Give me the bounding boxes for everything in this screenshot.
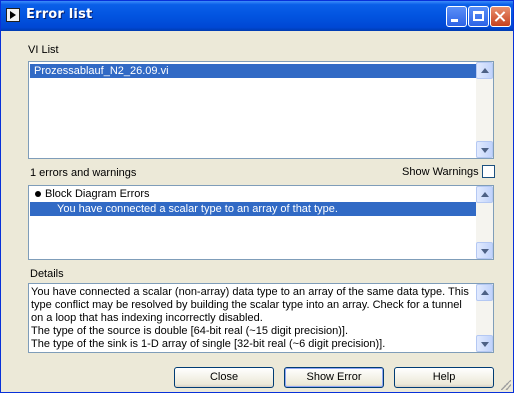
help-button[interactable]: Help: [394, 367, 494, 388]
show-warnings-label[interactable]: Show Warnings: [402, 166, 479, 178]
close-button[interactable]: Close: [174, 367, 274, 388]
chevron-down-icon: [481, 249, 489, 254]
vi-list-scrollbar[interactable]: [476, 62, 493, 158]
errors-summary: 1 errors and warnings: [30, 167, 137, 179]
vi-list-item[interactable]: Prozessablauf_N2_26.09.vi: [30, 64, 476, 78]
chevron-down-icon: [481, 342, 489, 347]
vi-list-box[interactable]: Prozessablauf_N2_26.09.vi: [28, 61, 494, 159]
scroll-up-button[interactable]: [476, 186, 493, 203]
show-error-button[interactable]: Show Error: [284, 367, 384, 388]
bullet-icon: [35, 190, 41, 197]
error-item[interactable]: You have connected a scalar type to an a…: [30, 202, 476, 216]
details-scrollbar[interactable]: [476, 284, 493, 352]
details-line: The type of the sink is 1-D array of sin…: [31, 338, 386, 350]
chevron-up-icon: [481, 192, 489, 197]
details-line: type conflict may be resolved by buildin…: [31, 299, 462, 311]
details-line: on a loop that has indexing incorrectly …: [31, 312, 263, 324]
details-label: Details: [30, 268, 64, 280]
error-group-header[interactable]: Block Diagram Errors: [30, 187, 476, 201]
minimize-button[interactable]: [446, 6, 467, 27]
details-line: You have connected a scalar (non-array) …: [31, 286, 469, 298]
scroll-down-button[interactable]: [476, 242, 493, 259]
chevron-down-icon: [481, 148, 489, 153]
title-bar[interactable]: Error list: [1, 1, 513, 31]
chevron-up-icon: [481, 68, 489, 73]
window-title: Error list: [26, 7, 93, 22]
error-group-label: Block Diagram Errors: [45, 188, 150, 200]
details-text: You have connected a scalar (non-array) …: [31, 286, 479, 351]
details-box[interactable]: You have connected a scalar (non-array) …: [28, 283, 494, 353]
errors-list-box[interactable]: Block Diagram Errors You have connected …: [28, 185, 494, 260]
vi-list-label: VI List: [28, 44, 59, 56]
scroll-up-button[interactable]: [476, 284, 493, 301]
close-icon: [491, 7, 510, 26]
details-line: The type of the source is double [64-bit…: [31, 325, 349, 337]
close-window-button[interactable]: [490, 6, 511, 27]
errors-list-scrollbar[interactable]: [476, 186, 493, 259]
labview-app-icon: [6, 8, 20, 22]
error-list-window: Error list VI List Prozessablauf_N2_26.0…: [0, 0, 514, 393]
scroll-down-button[interactable]: [476, 141, 493, 158]
chevron-up-icon: [481, 290, 489, 295]
maximize-button[interactable]: [468, 6, 489, 27]
scroll-down-button[interactable]: [476, 335, 493, 352]
show-warnings-checkbox[interactable]: [482, 165, 495, 178]
scroll-up-button[interactable]: [476, 62, 493, 79]
resize-grip[interactable]: [501, 380, 511, 390]
